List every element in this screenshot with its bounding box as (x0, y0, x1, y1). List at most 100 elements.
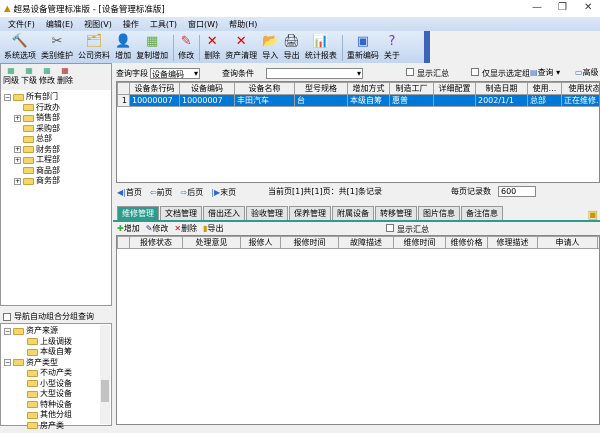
column-header[interactable]: 详细配置 (434, 83, 476, 95)
column-header[interactable]: 故障描述 (339, 237, 394, 249)
tab[interactable]: 借出还入 (203, 206, 245, 220)
toolbar-button[interactable]: ✎修改 (178, 34, 194, 61)
query-field-select[interactable]: 设备编码▾ (150, 68, 200, 79)
nav-group-checkbox[interactable]: 导航自动组合分组查询 (0, 310, 112, 323)
tree-node[interactable]: +工程部 (4, 155, 108, 166)
column-header[interactable]: 修理描述 (488, 237, 538, 249)
menu-item[interactable]: 帮助(H) (229, 19, 257, 30)
column-header[interactable]: 报修时间 (281, 237, 339, 249)
expand-icon[interactable]: + (14, 115, 21, 122)
toolbar-button[interactable]: 🔨系统选项 (4, 34, 36, 61)
only-selected-checkbox[interactable]: 仅显示选定组 (471, 68, 530, 79)
tree-node-root[interactable]: −所有部门 (4, 92, 108, 103)
tree-node[interactable]: 采购部 (4, 124, 108, 135)
column-header[interactable]: 制造工厂 (390, 83, 434, 95)
expand-icon[interactable]: − (4, 359, 11, 366)
column-header[interactable]: 设备名称 (235, 83, 295, 95)
menu-item[interactable]: 工具(T) (150, 19, 177, 30)
equipment-grid[interactable]: 设备条行码设备编码设备名称型号规格增加方式制造工厂详细配置制造日期使用...使用… (116, 81, 600, 183)
toolbar-button[interactable]: 📊统计报表 (305, 34, 337, 61)
tree-node[interactable]: +商务部 (4, 176, 108, 187)
minimize-icon[interactable]: — (532, 2, 542, 13)
tree-node[interactable]: 其他分组 (4, 410, 108, 421)
dept-tool-button[interactable]: ▦修改 (39, 66, 55, 88)
column-header[interactable]: 处理意见 (183, 237, 241, 249)
column-header[interactable]: 维修时间 (394, 237, 446, 249)
menu-item[interactable]: 文件(F) (8, 19, 35, 30)
column-header[interactable]: 增加方式 (348, 83, 390, 95)
column-header[interactable]: 报修人 (241, 237, 281, 249)
column-header[interactable]: 制造日期 (476, 83, 528, 95)
toolbar-button[interactable]: ✂类别维护 (41, 34, 73, 61)
tab[interactable]: 附属设备 (332, 206, 374, 220)
tree-node[interactable]: 大型设备 (4, 389, 108, 400)
menu-item[interactable]: 窗口(W) (188, 19, 218, 30)
tree-node[interactable]: +销售部 (4, 113, 108, 124)
per-page-input[interactable]: 600 (498, 186, 536, 197)
expand-icon[interactable]: + (14, 146, 21, 153)
column-header[interactable]: 使用... (528, 83, 562, 95)
repair-grid[interactable]: 报修状态处理意见报修人报修时间故障描述维修时间维修价格修理描述申请人批 (116, 235, 600, 425)
expand-icon[interactable]: + (14, 178, 21, 185)
close-icon[interactable]: ✕ (584, 2, 592, 13)
tab[interactable]: 文档管理 (160, 206, 202, 220)
column-header[interactable]: 设备编码 (180, 83, 235, 95)
toolbar-button[interactable]: ?关于 (384, 34, 400, 61)
expand-icon[interactable]: − (4, 328, 11, 335)
tree-node[interactable]: 本级自筹 (4, 347, 108, 358)
detail-edit-button[interactable]: ✎修改 (146, 223, 169, 234)
tab[interactable]: 维修管理 (117, 206, 159, 220)
tree-node[interactable]: 小型设备 (4, 379, 108, 390)
prev-page-button[interactable]: ⇦前页 (150, 187, 173, 198)
tree-node[interactable]: 特种设备 (4, 400, 108, 411)
column-header[interactable]: 维修价格 (446, 237, 488, 249)
expand-icon[interactable]: + (14, 157, 21, 164)
tab[interactable]: 转移管理 (375, 206, 417, 220)
group-tree[interactable]: −资产来源上级调拨本级自筹−资产类型不动产类小型设备大型设备特种设备其他分组房产… (1, 324, 111, 433)
tree-node[interactable]: +财务部 (4, 145, 108, 156)
next-page-button[interactable]: ⇨后页 (181, 187, 204, 198)
last-page-button[interactable]: |▶末页 (211, 187, 236, 198)
toolbar-button[interactable]: ▣重新编码 (347, 34, 379, 61)
tree-node[interactable]: 商品部 (4, 166, 108, 177)
table-row[interactable]: 11000000710000007丰田汽车台本级自筹惠普2002/1/1总部正在… (118, 95, 600, 107)
column-header[interactable]: 申请人 (538, 237, 598, 249)
toolbar-button[interactable]: ✕删除 (204, 34, 220, 61)
detail-delete-button[interactable]: ✕删除 (174, 223, 197, 234)
menu-item[interactable]: 操作 (123, 19, 139, 30)
first-page-button[interactable]: ◀|首页 (117, 187, 142, 198)
column-header[interactable]: 报修状态 (130, 237, 183, 249)
toolbar-button[interactable]: ▦复制增加 (136, 34, 168, 61)
tree-node[interactable]: 不动产类 (4, 368, 108, 379)
tab[interactable]: 备注信息 (461, 206, 503, 220)
toolbar-button[interactable]: ✕资产清理 (225, 34, 257, 61)
tab[interactable]: 图片信息 (418, 206, 460, 220)
expand-icon[interactable]: − (4, 94, 11, 101)
restore-icon[interactable]: ❐ (558, 2, 567, 13)
toolbar-button[interactable]: 🖨导出 (283, 34, 300, 61)
department-tree[interactable]: −所有部门行政办+销售部采购部总部+财务部+工程部商品部+商务部 (1, 90, 111, 189)
menu-item[interactable]: 视图(V) (84, 19, 112, 30)
group-tree-scrollbar[interactable] (100, 325, 110, 424)
tree-node[interactable]: 总部 (4, 134, 108, 145)
toolbar-button[interactable]: 🗂公司资料 (78, 34, 110, 61)
dept-tool-button[interactable]: ▦下级 (21, 66, 37, 88)
column-header[interactable]: 型号规格 (295, 83, 348, 95)
tree-node-group[interactable]: −资产来源 (4, 326, 108, 337)
detail-summary-checkbox[interactable]: 显示汇总 (386, 224, 429, 235)
detail-add-button[interactable]: ✚增加 (117, 223, 140, 234)
show-summary-checkbox[interactable]: 显示汇总 (406, 68, 449, 79)
query-cond-select[interactable]: ▾ (266, 68, 363, 79)
dept-tool-button[interactable]: ▦删除 (57, 66, 73, 88)
column-header[interactable]: 使用状态 (562, 83, 600, 95)
toolbar-button[interactable]: 👤增加 (115, 34, 131, 61)
search-button[interactable]: ▤查询 ▾ (530, 67, 560, 78)
tab[interactable]: 验收管理 (246, 206, 288, 220)
tree-node[interactable]: 上级调拨 (4, 337, 108, 348)
column-header[interactable]: 设备条行码 (130, 83, 180, 95)
tree-node[interactable]: 行政办 (4, 103, 108, 114)
detail-export-button[interactable]: ▮导出 (203, 223, 223, 234)
calendar-icon[interactable]: ▣ (588, 208, 598, 221)
tree-node-group[interactable]: −资产类型 (4, 358, 108, 369)
dept-tool-button[interactable]: ▦同级 (3, 66, 19, 88)
